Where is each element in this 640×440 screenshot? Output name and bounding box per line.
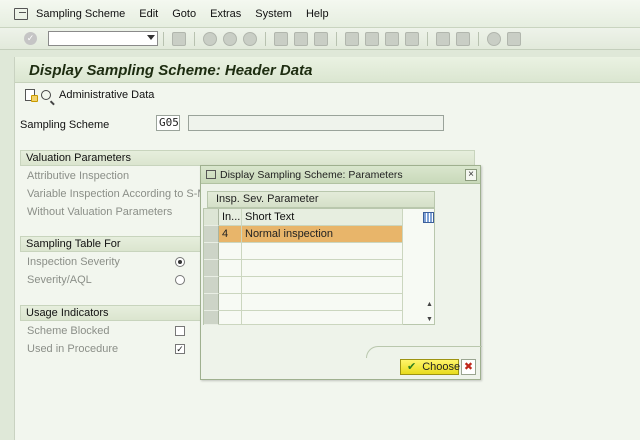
table-cell[interactable] xyxy=(242,277,403,294)
toolbar-separator xyxy=(265,31,266,46)
table-cell[interactable] xyxy=(242,243,403,260)
choose-label: Choose xyxy=(422,361,461,373)
toolbar-separator xyxy=(478,31,479,46)
layout-icon[interactable] xyxy=(507,31,521,46)
find-next-icon[interactable] xyxy=(314,31,328,46)
command-field[interactable] xyxy=(48,31,158,46)
page-title: Display Sampling Scheme: Header Data xyxy=(29,62,313,79)
exit-icon[interactable] xyxy=(223,31,237,46)
print-icon[interactable] xyxy=(274,31,288,46)
severity-aql-radio[interactable] xyxy=(175,275,185,285)
row-selector[interactable] xyxy=(204,311,219,325)
table-cell[interactable] xyxy=(219,260,242,277)
table-row-empty[interactable] xyxy=(204,294,403,311)
table-cell[interactable] xyxy=(219,311,242,325)
enter-check-icon[interactable]: ✓ xyxy=(24,32,37,45)
table-settings-icon[interactable] xyxy=(423,212,434,223)
title-bar: Display Sampling Scheme: Header Data xyxy=(15,57,640,83)
toolbar-separator xyxy=(194,31,195,46)
sampling-scheme-label: Sampling Scheme xyxy=(20,119,110,131)
dialog-title: Display Sampling Scheme: Parameters xyxy=(220,168,403,181)
cancel-icon[interactable] xyxy=(243,31,257,46)
new-session-icon[interactable] xyxy=(436,31,450,46)
command-dropdown-icon[interactable] xyxy=(147,35,155,40)
scheme-blocked-label: Scheme Blocked xyxy=(27,325,110,337)
last-page-icon[interactable] xyxy=(405,31,419,46)
next-page-icon[interactable] xyxy=(385,31,399,46)
table-row-empty[interactable] xyxy=(204,260,403,277)
administrative-data-label: Administrative Data xyxy=(59,89,155,101)
menu-edit[interactable]: Edit xyxy=(139,8,158,20)
cancel-button[interactable]: ✖ xyxy=(461,359,476,375)
save-icon[interactable] xyxy=(172,31,186,46)
dialog-window-icon xyxy=(206,170,216,179)
table-cell[interactable]: Normal inspection xyxy=(242,226,403,243)
dialog-close-button[interactable]: × xyxy=(465,169,477,181)
valuation-parameters-header: Valuation Parameters xyxy=(20,150,475,166)
scheme-blocked-checkbox[interactable] xyxy=(175,326,185,336)
column-header-index[interactable]: In... xyxy=(219,209,242,226)
severity-aql-label: Severity/AQL xyxy=(27,274,92,286)
toolbar-separator xyxy=(427,31,428,46)
table-row[interactable]: 4 Normal inspection xyxy=(204,226,403,243)
used-in-procedure-label: Used in Procedure xyxy=(27,343,119,355)
menu-goto[interactable]: Goto xyxy=(172,8,196,20)
row-selector[interactable] xyxy=(204,243,219,260)
used-in-procedure-checkbox[interactable]: ✓ xyxy=(175,344,185,354)
app-menu-icon[interactable] xyxy=(14,7,28,20)
menu-system[interactable]: System xyxy=(255,8,292,20)
row-selector[interactable] xyxy=(204,260,219,277)
choose-button[interactable]: ✔ Choose xyxy=(400,359,461,375)
table-cell[interactable] xyxy=(219,294,242,311)
back-icon[interactable] xyxy=(203,31,217,46)
sampling-scheme-description-field[interactable] xyxy=(188,115,444,131)
parameters-dialog: Display Sampling Scheme: Parameters × In… xyxy=(200,165,482,380)
dialog-title-bar: Display Sampling Scheme: Parameters xyxy=(201,166,480,184)
menu-extras[interactable]: Extras xyxy=(210,8,241,20)
menu-sampling-scheme[interactable]: Sampling Scheme xyxy=(36,8,125,20)
standard-toolbar: ✓ xyxy=(0,28,640,50)
dialog-footer-divider xyxy=(366,346,482,358)
find-icon[interactable] xyxy=(294,31,308,46)
sampling-scheme-field[interactable]: G05 xyxy=(156,115,180,131)
administrative-data-button[interactable]: Administrative Data xyxy=(41,89,154,101)
inspection-severity-label: Inspection Severity xyxy=(27,256,120,268)
table-cell[interactable]: 4 xyxy=(219,226,242,243)
document-edit-icon[interactable] xyxy=(25,89,38,102)
row-selector[interactable] xyxy=(204,277,219,294)
display-icon xyxy=(41,90,51,100)
table-header-row: In... Short Text xyxy=(204,209,403,226)
row-selector[interactable] xyxy=(204,226,219,243)
table-cell[interactable] xyxy=(242,294,403,311)
toolbar-separator xyxy=(336,31,337,46)
shortcut-icon[interactable] xyxy=(456,31,470,46)
checkmark-icon: ✔ xyxy=(407,361,417,373)
inspection-severity-radio[interactable] xyxy=(175,257,185,267)
table-cell[interactable] xyxy=(219,243,242,260)
table-cell[interactable] xyxy=(219,277,242,294)
first-page-icon[interactable] xyxy=(345,31,359,46)
select-all-cell[interactable] xyxy=(204,209,219,226)
menu-help[interactable]: Help xyxy=(306,8,329,20)
column-header-short-text[interactable]: Short Text xyxy=(242,209,403,226)
table-cell[interactable] xyxy=(242,311,403,325)
table-row-empty[interactable] xyxy=(204,311,403,325)
table-row-empty[interactable] xyxy=(204,277,403,294)
previous-page-icon[interactable] xyxy=(365,31,379,46)
parameters-table: In... Short Text 4 Normal inspection ▲ ▼ xyxy=(203,208,435,325)
help-icon[interactable] xyxy=(487,31,501,46)
scroll-up-icon[interactable]: ▲ xyxy=(426,301,433,308)
toolbar-separator xyxy=(163,31,164,46)
table-cell[interactable] xyxy=(242,260,403,277)
table-row-empty[interactable] xyxy=(204,243,403,260)
scroll-down-icon[interactable]: ▼ xyxy=(426,316,433,323)
menu-bar: Sampling Scheme Edit Goto Extras System … xyxy=(0,0,640,28)
table-title: Insp. Sev. Parameter xyxy=(207,191,435,208)
application-toolbar: Administrative Data xyxy=(25,89,154,102)
row-selector[interactable] xyxy=(204,294,219,311)
